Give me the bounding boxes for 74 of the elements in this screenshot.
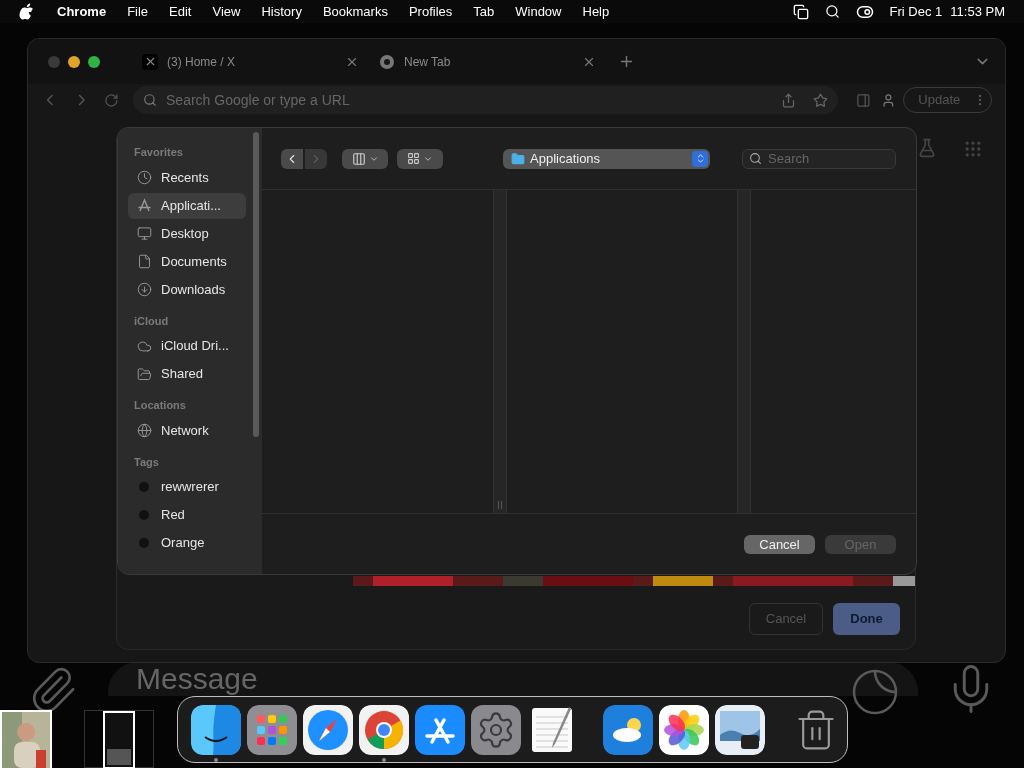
finder-icon[interactable] [191,704,241,755]
tab-title: New Tab [404,53,451,71]
globe-icon [137,423,152,438]
preview-icon[interactable] [715,704,765,755]
sidebar-item[interactable]: Red [128,502,246,528]
menu-item[interactable]: Bookmarks [322,1,388,22]
sticker-icon[interactable] [850,667,900,717]
clock-icon [137,170,152,185]
chrome-icon[interactable] [359,704,409,755]
compass-icon[interactable] [303,704,353,755]
new-tab-icon[interactable] [618,53,635,70]
menu-item[interactable]: Edit [169,1,192,22]
screen-mirroring-icon[interactable] [792,3,809,20]
sidebar-item[interactable]: iCloud Dri... [128,333,246,359]
screenshot-thumbnail[interactable] [84,710,154,768]
settings-icon[interactable] [471,704,521,755]
minimize-window-icon[interactable] [68,55,80,68]
download-icon [137,282,152,297]
launchpad-icon[interactable] [247,704,297,755]
app-store-icon[interactable] [415,704,465,755]
photos-icon[interactable] [659,704,709,755]
sidebar-item[interactable]: Network [128,417,246,444]
running-indicator [214,757,218,762]
column-view-button[interactable] [342,148,388,169]
sidebar-item[interactable]: Shared [128,361,246,387]
menu-item[interactable]: Help [582,1,610,22]
search-icon [749,152,762,165]
columns-icon [351,151,366,166]
sidebar-item[interactable]: Documents [128,248,246,275]
chrome-logo-icon [379,53,395,70]
weather-icon[interactable] [603,704,653,755]
profile-icon[interactable] [880,92,896,108]
sidebar-item[interactable]: rewwrerer [128,474,246,500]
search-icon [143,93,158,107]
grid-icon [407,152,420,165]
app-menu[interactable]: Chrome [57,1,107,22]
scrollbar[interactable] [253,132,259,437]
sidebar-item[interactable]: Downloads [128,276,246,303]
menu-item[interactable]: Tab [473,1,495,22]
shared-folder-icon [137,366,152,382]
running-indicator [382,757,386,762]
menu-item[interactable]: Window [515,1,562,22]
menu-bar-date: Fri Dec 1 [889,2,943,21]
location-popup[interactable]: Applications [503,148,710,169]
compass-tool-icon [137,198,152,213]
monitor-icon [137,226,152,241]
menu-item[interactable]: Profiles [408,1,453,22]
menu-item[interactable]: History [261,1,302,22]
sidebar-heading: iCloud [133,313,170,329]
folder-icon [511,151,525,166]
menu-item[interactable]: File [127,1,149,22]
menu-bar-time: 11:53 PM [950,2,1005,21]
sidebar-heading: Locations [133,398,187,413]
browser-tab[interactable]: New Tab [369,44,606,79]
sidebar-heading: Tags [133,454,160,470]
cancel-button[interactable]: Cancel [744,534,815,554]
cloud-icon [137,338,152,354]
search-icon[interactable] [824,4,840,19]
sidebar-item[interactable]: Desktop [128,220,246,247]
grid-view-button[interactable] [397,148,443,169]
sidebar-item[interactable]: Recents [128,164,246,191]
bookmark-star-icon[interactable] [812,92,828,108]
x-logo-icon [142,53,158,70]
document-icon [137,254,152,269]
menu-item[interactable]: View [212,1,241,22]
sidebar-item[interactable]: Orange [128,530,246,556]
back-button[interactable] [281,148,303,169]
tab-title: (3) Home / X [167,53,235,71]
sidebar-item[interactable]: Applicati... [128,192,246,219]
share-icon[interactable] [780,92,796,108]
apple-icon[interactable] [19,3,34,20]
browser-tab[interactable]: (3) Home / X [132,44,369,79]
zoom-window-icon[interactable] [88,55,100,68]
sidebar-heading: Favorites [133,145,184,160]
